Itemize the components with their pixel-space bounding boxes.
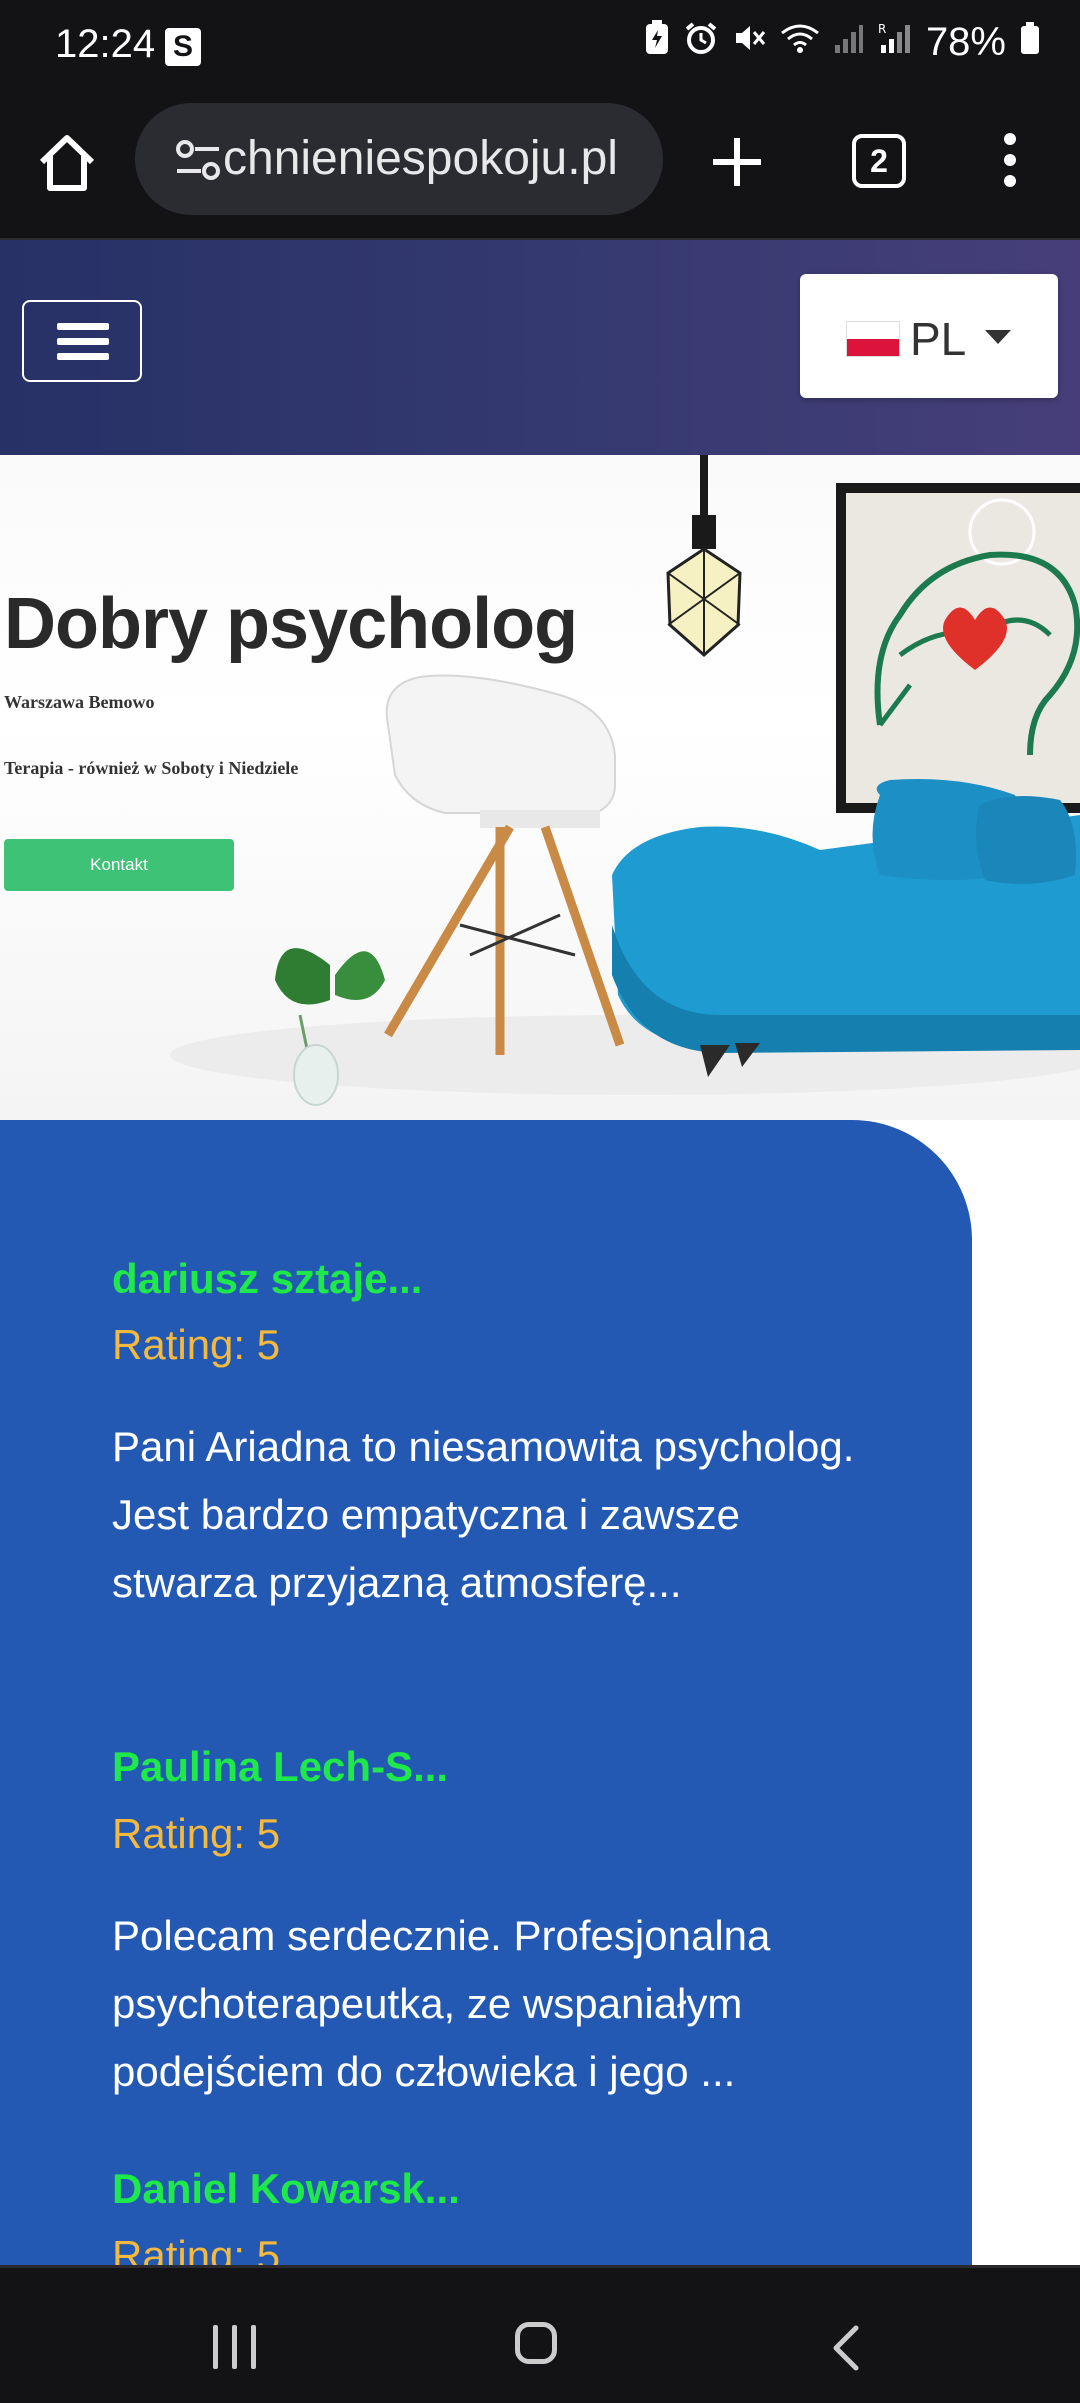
review-author: Daniel Kowarsk... [112, 2165, 460, 2212]
url-bar[interactable]: chnieniespokoju.pl [135, 103, 663, 215]
wifi-icon [780, 21, 820, 64]
language-label: PL [910, 313, 967, 365]
review-author: dariusz sztaje... [112, 1255, 423, 1302]
contact-button[interactable]: Kontakt [4, 839, 234, 891]
poland-flag-icon [846, 321, 900, 357]
status-icons: R 78% [644, 20, 1040, 65]
svg-text:R: R [878, 22, 886, 36]
signal-icon-2: R [878, 21, 912, 64]
hero-banner: Dobry psycholog Warszawa Bemowo Terapia … [0, 455, 1080, 1120]
battery-saver-icon [644, 20, 670, 65]
review-text: Pani Ariadna to niesamowita psycholog. J… [112, 1423, 855, 1606]
more-vert-icon[interactable] [1000, 133, 1020, 189]
review-rating: Rating: 5 [112, 1321, 281, 1368]
home-outline-icon[interactable] [515, 2322, 557, 2364]
language-select[interactable]: PL [800, 274, 1058, 398]
status-time: 12:24 [55, 22, 156, 66]
review-rating: Rating: 5 [112, 1810, 281, 1857]
review-rating: Rating: 5 [112, 2232, 281, 2265]
battery-icon [1020, 21, 1040, 64]
review-author: Paulina Lech-S... [112, 1743, 449, 1790]
back-icon[interactable] [826, 2324, 866, 2372]
recents-icon[interactable] [213, 2325, 257, 2369]
signal-icon-1 [834, 21, 864, 64]
new-tab-button[interactable] [705, 130, 769, 194]
tab-switcher-button[interactable]: 2 [852, 134, 906, 188]
alarm-icon [684, 21, 718, 64]
reviews-section: dariusz sztaje... Rating: 5 Pani Ariadna… [0, 1120, 972, 2265]
hero-therapy-note: Terapia - również w Soboty i Niedziele [4, 758, 299, 778]
home-icon[interactable] [34, 130, 100, 196]
chevron-down-icon [985, 330, 1011, 344]
status-bar: 12:24 S R 78% [0, 0, 1080, 100]
hamburger-icon[interactable] [22, 300, 142, 382]
review-text: Polecam serdecznie. Profesjonalna psycho… [112, 1912, 771, 2095]
notification-badge: S [165, 28, 201, 66]
tune-icon[interactable] [175, 138, 221, 182]
battery-percent: 78% [925, 20, 1006, 64]
url-text[interactable]: chnieniespokoju.pl [223, 131, 618, 186]
hero-location: Warszawa Bemowo [4, 692, 155, 712]
plus-icon [713, 138, 761, 186]
system-nav-bar [0, 2265, 1080, 2403]
hero-image [170, 455, 1080, 1106]
hero-title: Dobry psycholog [4, 584, 578, 664]
mute-icon [732, 21, 766, 64]
